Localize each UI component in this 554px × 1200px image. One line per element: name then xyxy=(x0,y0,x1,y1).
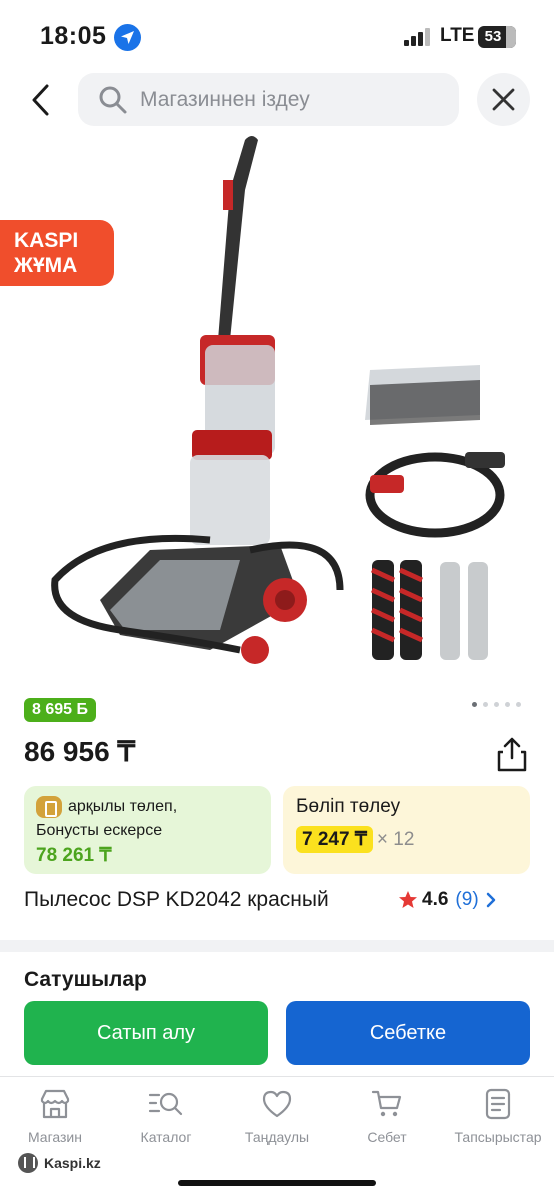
battery-level: 53 xyxy=(484,28,502,45)
bonus-payment-card[interactable]: арқылы төлеп, Бонусты ескерсе 78 261 ₸ xyxy=(24,786,271,874)
pager-dot[interactable] xyxy=(494,702,499,707)
rating-score: 4.6 xyxy=(422,889,449,910)
catalog-search-icon xyxy=(148,1092,183,1116)
pager-dot[interactable] xyxy=(483,702,488,707)
heart-icon xyxy=(262,1090,292,1118)
promo-line-2: ЖҰМА xyxy=(14,254,78,277)
share-icon xyxy=(497,737,527,772)
chevron-right-icon xyxy=(486,892,495,908)
tab-cart[interactable]: Себет xyxy=(337,1087,437,1145)
tab-shop[interactable]: Магазин xyxy=(5,1087,105,1145)
footer-brand: Kaspi.kz xyxy=(18,1153,101,1173)
add-to-cart-button[interactable]: Себетке xyxy=(286,1001,530,1065)
product-title: Пылесос DSP KD2042 красный xyxy=(24,888,329,911)
installment-card[interactable]: Бөліп төлеу 7 247 ₸ × 12 xyxy=(283,786,530,874)
status-time: 18:05 xyxy=(40,22,107,50)
cart-icon xyxy=(371,1090,402,1117)
image-pager xyxy=(472,702,521,707)
close-icon xyxy=(492,88,515,111)
tab-orders[interactable]: Тапсырыстар xyxy=(448,1087,548,1145)
tab-favorites[interactable]: Таңдаулы xyxy=(227,1087,327,1145)
bonus-card-line-1: арқылы төлеп, xyxy=(68,798,178,815)
search-input[interactable] xyxy=(140,73,450,126)
pager-dot[interactable] xyxy=(472,702,477,707)
rating-link[interactable]: 4.6 (9) xyxy=(398,889,497,911)
star-icon xyxy=(399,891,417,908)
home-indicator[interactable] xyxy=(178,1180,376,1186)
tab-catalog[interactable]: Каталог xyxy=(116,1087,216,1145)
share-button[interactable] xyxy=(495,736,529,772)
orders-icon xyxy=(485,1088,511,1120)
tab-label: Тапсырыстар xyxy=(454,1129,542,1145)
tab-label: Таңдаулы xyxy=(244,1129,310,1145)
kaspi-juma-badge: KASPI ЖҰМА xyxy=(0,220,114,286)
installment-title: Бөліп төлеу xyxy=(296,796,401,817)
back-button[interactable] xyxy=(22,80,62,120)
signal-icon xyxy=(404,28,430,46)
installment-amount: 7 247 ₸ xyxy=(296,826,373,853)
bonus-card-amount: 78 261 ₸ xyxy=(36,845,112,866)
kaspi-logo-icon xyxy=(18,1153,38,1173)
footer-brand-label: Kaspi.kz xyxy=(44,1155,101,1171)
chevron-left-icon xyxy=(32,84,49,116)
location-arrow-icon xyxy=(114,24,141,51)
close-button[interactable] xyxy=(477,73,530,126)
status-bar: 18:05 LTE 53 xyxy=(0,0,554,70)
promo-line-1: KASPI xyxy=(14,229,79,252)
tab-label: Каталог xyxy=(140,1129,192,1145)
search-box[interactable] xyxy=(78,73,459,126)
bonus-badge: 8 695 Б xyxy=(24,698,96,722)
product-image[interactable] xyxy=(40,130,520,690)
section-divider xyxy=(0,940,554,952)
installment-multiplier: × 12 xyxy=(376,828,415,850)
pager-dot[interactable] xyxy=(505,702,510,707)
tab-label: Магазин xyxy=(27,1129,82,1145)
tab-label: Себет xyxy=(367,1129,407,1145)
review-count: (9) xyxy=(455,889,479,910)
battery-icon: 53 xyxy=(478,26,516,48)
kaspi-gold-icon xyxy=(36,796,62,818)
search-icon xyxy=(99,86,127,114)
sellers-heading: Сатушылар xyxy=(24,968,147,991)
network-label: LTE xyxy=(440,25,475,46)
bonus-card-line-2: Бонусты ескерсе xyxy=(36,822,163,839)
shop-icon xyxy=(40,1089,70,1119)
product-price: 86 956 ₸ xyxy=(24,736,136,767)
buy-button[interactable]: Сатып алу xyxy=(24,1001,268,1065)
pager-dot[interactable] xyxy=(516,702,521,707)
